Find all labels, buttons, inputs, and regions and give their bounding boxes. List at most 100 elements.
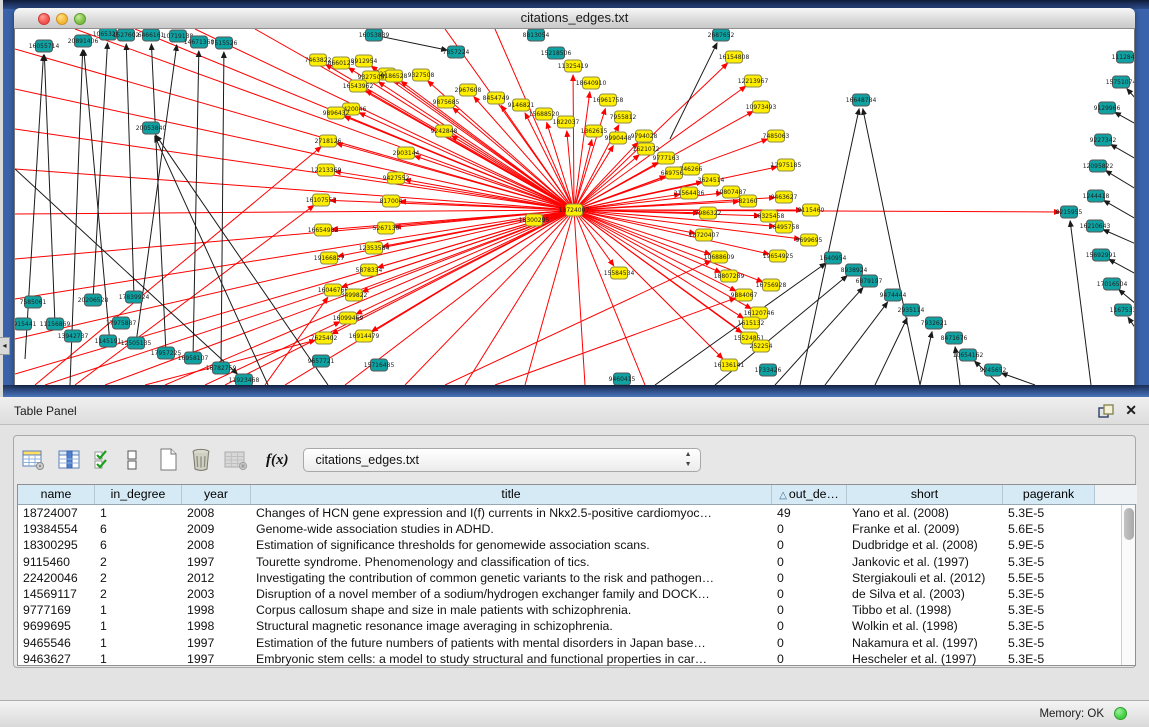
graph-node[interactable]: 9327508 <box>408 69 435 81</box>
table-row[interactable]: 946362711997Embryonic stem cells: a mode… <box>18 651 1135 667</box>
graph-node[interactable]: 12095822 <box>1083 160 1114 172</box>
graph-node[interactable]: 19166827 <box>314 252 345 264</box>
memory-ok-indicator-icon[interactable] <box>1114 707 1127 720</box>
splitter-handle[interactable]: ◂ <box>0 337 10 355</box>
graph-node[interactable]: 2903144 <box>393 147 420 159</box>
graph-node[interactable]: 10325458 <box>754 210 785 222</box>
table-settings-icon[interactable] <box>22 449 46 471</box>
select-column-icon[interactable] <box>58 449 82 471</box>
graph-node[interactable]: 13942737 <box>58 330 89 342</box>
graph-node[interactable]: 1640954 <box>820 252 847 264</box>
graph-node[interactable]: 8454749 <box>483 92 510 104</box>
zoom-window-button[interactable] <box>74 13 86 25</box>
graph-node[interactable]: 3624514 <box>698 174 725 186</box>
column-header-out_de[interactable]: △out_de… <box>772 485 847 504</box>
float-panel-icon[interactable] <box>1098 404 1115 419</box>
graph-node[interactable]: 6879197 <box>856 275 883 287</box>
graph-node[interactable]: 15218506 <box>541 47 572 59</box>
table-row[interactable]: 1830029562008Estimation of significance … <box>18 537 1135 553</box>
graph-node[interactable]: 1621072 <box>633 143 660 155</box>
graph-node[interactable]: 19654925 <box>763 250 794 262</box>
table-row[interactable]: 911546021997Tourette syndrome. Phenomeno… <box>18 554 1135 570</box>
graph-node[interactable]: 15751074 <box>1106 76 1134 88</box>
column-header-in_degree[interactable]: in_degree <box>95 485 182 504</box>
table-scrollbar-thumb[interactable] <box>1124 508 1134 540</box>
graph-node[interactable]: 8215955 <box>1056 206 1083 218</box>
table-row[interactable]: 977716911998Corpus callosum shape and si… <box>18 602 1135 618</box>
graph-node[interactable]: 8813054 <box>523 29 550 41</box>
graph-node[interactable]: 16053839 <box>359 29 390 41</box>
graph-node[interactable]: 18720407 <box>689 229 720 241</box>
graph-node[interactable]: 7986322 <box>695 207 722 219</box>
graph-node[interactable]: 9463627 <box>771 191 798 203</box>
graph-node[interactable]: 9875685 <box>433 96 460 108</box>
graph-node[interactable]: 21564436 <box>674 187 705 199</box>
graph-node[interactable]: 16648784 <box>846 94 877 106</box>
graph-node[interactable]: 9460415 <box>609 373 636 385</box>
graph-node[interactable]: 252254 <box>750 340 773 352</box>
network-window-titlebar[interactable]: citations_edges.txt <box>14 8 1135 29</box>
graph-node[interactable]: 15584534 <box>604 267 635 279</box>
graph-node[interactable]: 9657721 <box>308 355 335 367</box>
graph-node[interactable]: 1167533 <box>1110 304 1134 316</box>
graph-node[interactable]: 1145191 <box>95 335 122 347</box>
graph-node[interactable]: 3915441 <box>15 318 37 330</box>
graph-node[interactable]: 9129966 <box>1094 102 1121 114</box>
graph-node[interactable]: 2935114 <box>898 304 925 316</box>
split-cells-icon[interactable] <box>126 449 138 471</box>
delete-table-icon[interactable] <box>190 448 212 472</box>
graph-node[interactable]: 8938924 <box>841 264 868 276</box>
graph-node[interactable]: 26495758 <box>769 221 800 233</box>
column-header-name[interactable]: name <box>18 485 95 504</box>
graph-node[interactable]: 7857224 <box>443 46 470 58</box>
graph-node[interactable]: 18640910 <box>576 77 607 89</box>
graph-node[interactable]: 8912954 <box>351 55 378 67</box>
graph-node[interactable]: 1244418 <box>1083 190 1110 202</box>
graph-node[interactable]: 12213967 <box>738 75 769 87</box>
table-row[interactable]: 2242004622012Investigating the contribut… <box>18 570 1135 586</box>
graph-node[interactable]: 12213369 <box>311 164 342 176</box>
graph-node[interactable]: 7932621 <box>921 317 948 329</box>
column-header-pagerank[interactable]: pagerank <box>1003 485 1095 504</box>
network-canvas[interactable]: 1872400718300295155845349990448979402816… <box>14 29 1135 385</box>
graph-node[interactable]: 9990448 <box>605 132 632 144</box>
close-window-button[interactable] <box>38 13 50 25</box>
graph-node[interactable]: 82160 <box>738 195 757 207</box>
graph-node[interactable]: 2967608 <box>455 84 482 96</box>
graph-node[interactable]: 9699695 <box>796 234 823 246</box>
graph-nodes[interactable]: 1872400718300295155845349990448979402816… <box>15 29 1134 385</box>
graph-node[interactable]: 9115460 <box>798 204 825 216</box>
graph-node[interactable]: 9227342 <box>1090 134 1117 146</box>
graph-node[interactable]: 10973493 <box>746 101 777 113</box>
new-table-icon[interactable] <box>158 448 178 472</box>
graph-node[interactable]: 11156869 <box>40 318 71 330</box>
graph-node[interactable]: 17016504 <box>1097 278 1128 290</box>
graph-node[interactable]: 12975185 <box>771 159 802 171</box>
table-row[interactable]: 946554611997Estimation of the future num… <box>18 635 1135 651</box>
graph-node[interactable]: 7485063 <box>763 130 790 142</box>
graph-node[interactable]: 16914479 <box>349 330 380 342</box>
graph-node[interactable]: 16961758 <box>593 94 624 106</box>
graph-node[interactable]: 16136141 <box>714 359 745 371</box>
graph-node[interactable]: 15716485 <box>364 359 395 371</box>
graph-node[interactable]: 16210643 <box>1080 220 1111 232</box>
graph-node[interactable]: 11923468 <box>229 374 260 385</box>
graph-node[interactable]: 9242848 <box>431 125 458 137</box>
graph-node[interactable]: 2687652 <box>708 29 735 41</box>
graph-node[interactable]: 17975887 <box>106 317 137 329</box>
graph-node[interactable]: 20206528 <box>78 294 109 306</box>
graph-node[interactable]: 16958107 <box>178 352 209 364</box>
graph-node[interactable]: 817004 <box>380 195 403 207</box>
node-table-header-row[interactable]: namein_degreeyeartitle△out_de…shortpager… <box>18 485 1135 505</box>
graph-node[interactable]: 7955812 <box>610 111 637 123</box>
minimize-window-button[interactable] <box>56 13 68 25</box>
graph-node[interactable]: 16154808 <box>719 51 750 63</box>
graph-node[interactable]: 20053840 <box>136 122 167 134</box>
table-scrollbar[interactable] <box>1121 505 1135 665</box>
column-header-title[interactable]: title <box>251 485 772 504</box>
column-header-year[interactable]: year <box>182 485 251 504</box>
graph-node[interactable]: 746266 <box>680 163 703 175</box>
graph-node[interactable]: 15692991 <box>1086 249 1117 261</box>
table-row[interactable]: 1938455462009Genome-wide association stu… <box>18 521 1135 537</box>
graph-node[interactable]: 1733426 <box>755 364 782 376</box>
